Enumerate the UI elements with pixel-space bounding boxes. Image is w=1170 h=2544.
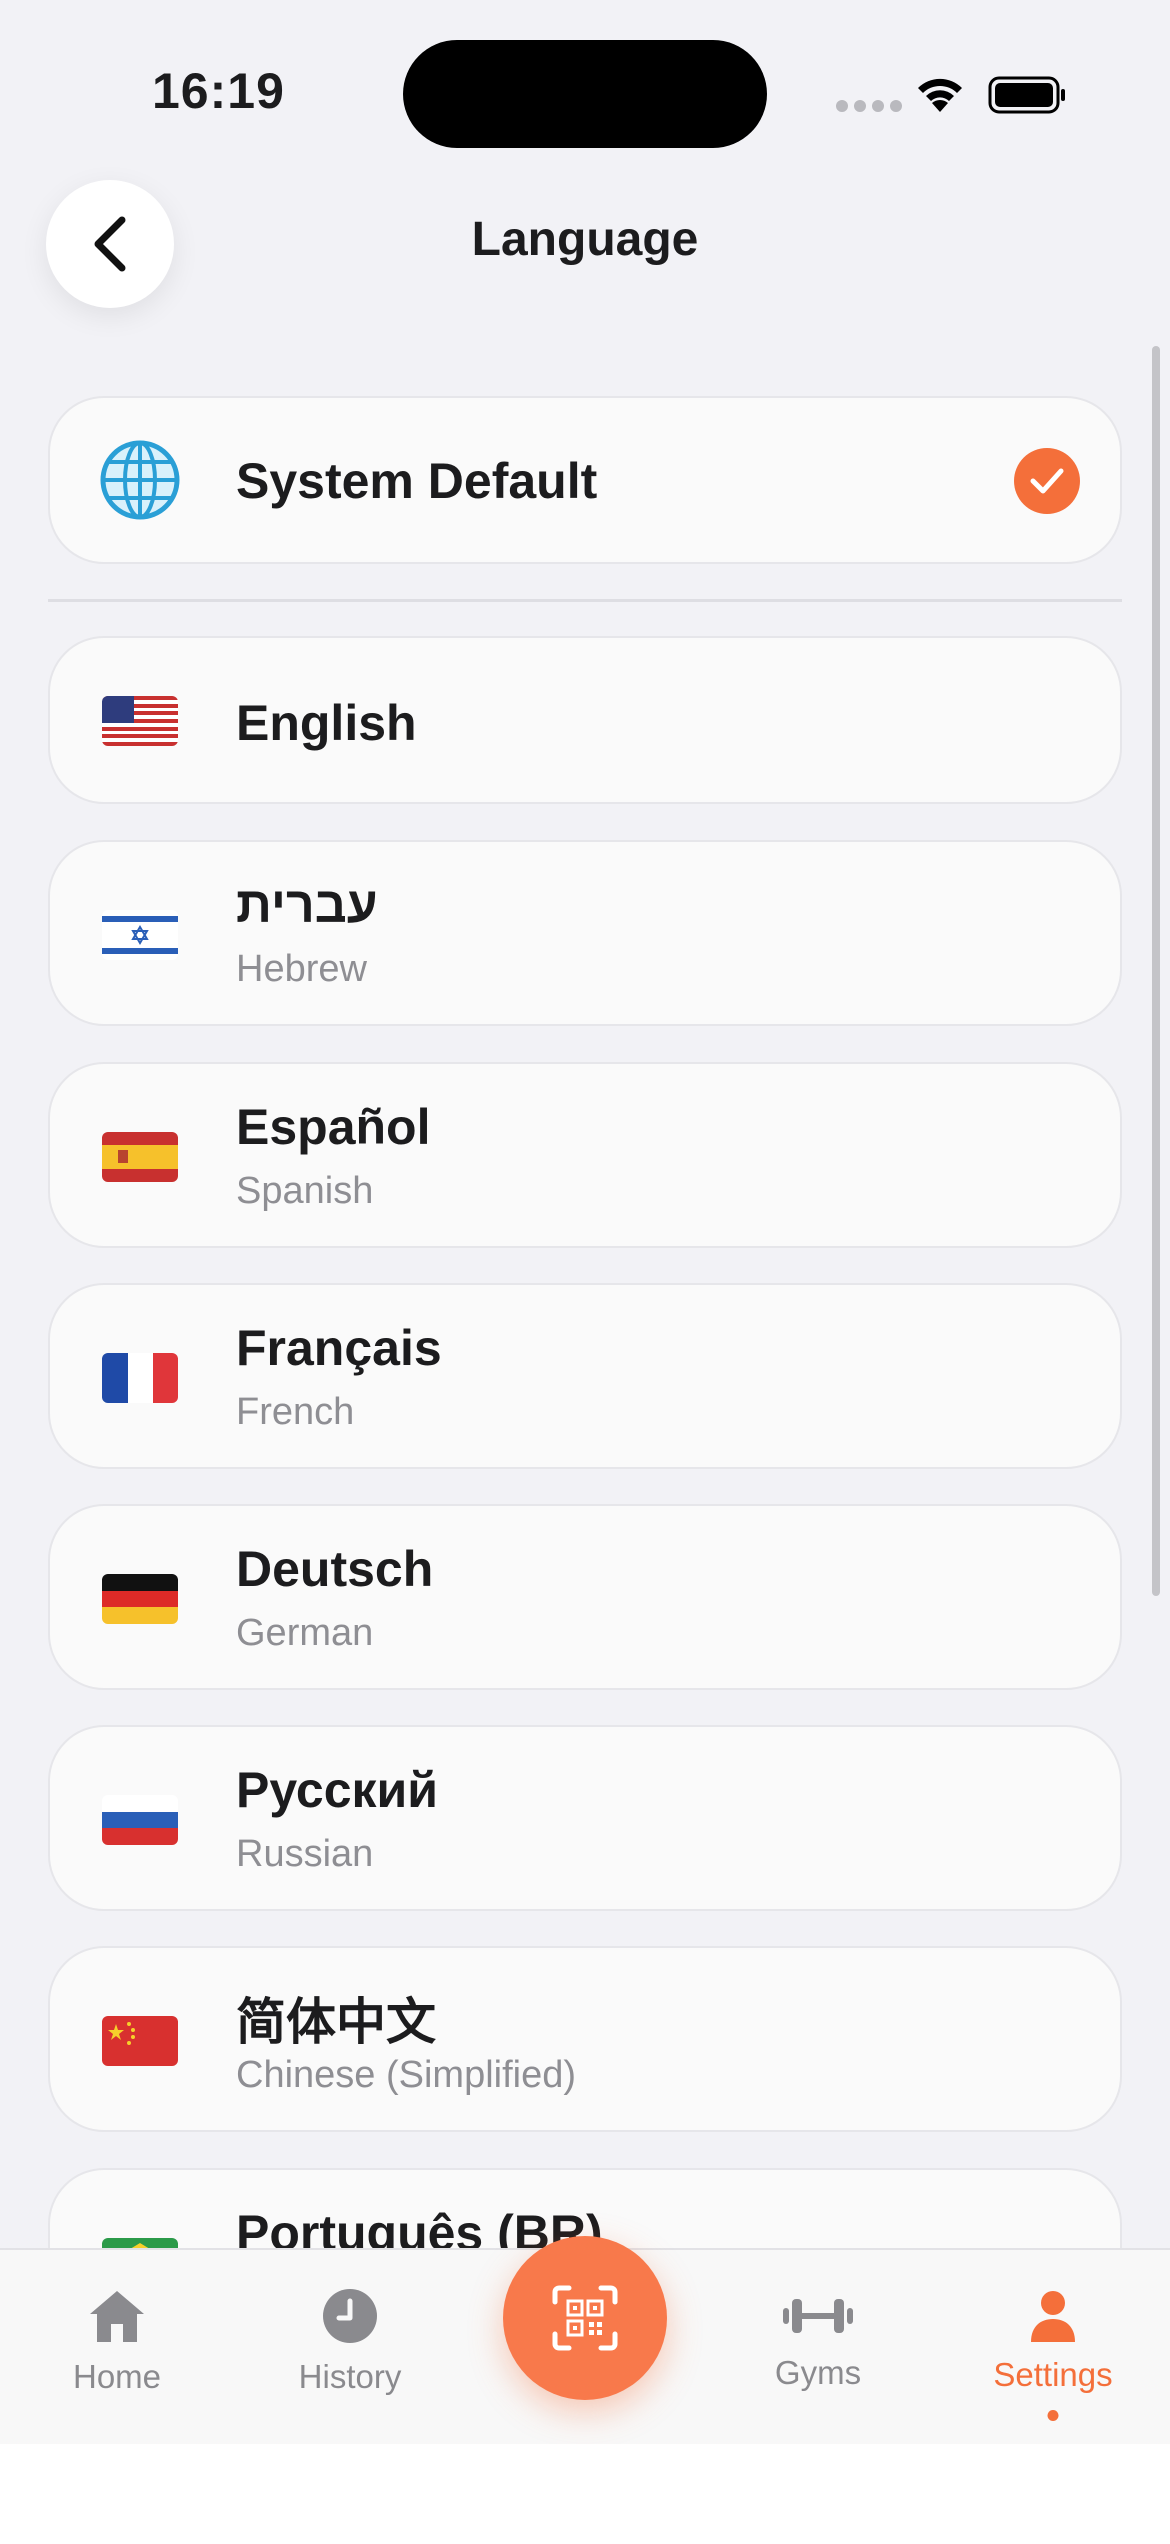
- language-name: Español: [236, 1099, 431, 1155]
- scrollbar[interactable]: [1152, 346, 1160, 1596]
- language-option-spanish[interactable]: Español Spanish: [48, 1062, 1122, 1248]
- dynamic-island: [403, 40, 767, 148]
- status-bar: 16:19: [0, 0, 1170, 170]
- language-option-french[interactable]: Français French: [48, 1283, 1122, 1469]
- language-english-name: Chinese (Simplified): [236, 2054, 577, 2096]
- language-name: System Default: [236, 453, 598, 509]
- clock-icon: [323, 2289, 377, 2343]
- de-flag-icon: [102, 1574, 178, 1624]
- tab-label: Gyms: [774, 2354, 862, 2391]
- tab-label: Home: [72, 2358, 162, 2395]
- qr-scan-button[interactable]: [503, 2236, 667, 2400]
- language-name: Русский: [236, 1762, 439, 1818]
- language-english-name: Spanish: [236, 1170, 374, 1212]
- home-icon: [90, 2291, 144, 2342]
- page-title: Language: [471, 213, 699, 266]
- tab-gyms[interactable]: Gyms: [703, 2250, 933, 2446]
- status-time: 16:19: [152, 63, 285, 119]
- language-name: English: [236, 695, 417, 751]
- home-indicator-area: [0, 2444, 1170, 2544]
- person-icon: [1031, 2291, 1075, 2342]
- language-option-english[interactable]: English: [48, 636, 1122, 804]
- tab-history[interactable]: History: [235, 2250, 465, 2446]
- divider: [48, 599, 1122, 602]
- tab-home[interactable]: Home: [2, 2250, 232, 2446]
- checkmark-icon: [1014, 448, 1080, 514]
- us-flag-icon: [102, 696, 178, 746]
- ru-flag-icon: [102, 1795, 178, 1845]
- qr-scan-icon: [552, 2285, 618, 2351]
- battery-icon: [988, 76, 1065, 114]
- tab-label: Settings: [993, 2356, 1113, 2393]
- tab-settings[interactable]: Settings: [938, 2250, 1168, 2446]
- language-name: עברית: [236, 877, 378, 933]
- dumbbell-icon: [783, 2299, 853, 2333]
- language-name: 简体中文: [236, 1994, 436, 2050]
- language-english-name: Russian: [236, 1833, 374, 1875]
- language-option-russian[interactable]: Русский Russian: [48, 1725, 1122, 1911]
- es-flag-icon: [102, 1132, 178, 1182]
- cellular-signal-icon: [836, 100, 902, 112]
- wifi-icon: [918, 78, 962, 112]
- il-flag-icon: [102, 910, 178, 960]
- language-english-name: German: [236, 1612, 374, 1654]
- language-option-system-default[interactable]: System Default: [48, 396, 1122, 564]
- globe-icon: [100, 440, 180, 520]
- language-english-name: French: [236, 1391, 355, 1433]
- language-name: Deutsch: [236, 1541, 434, 1597]
- active-tab-indicator: [1047, 2410, 1059, 2421]
- language-option-german[interactable]: Deutsch German: [48, 1504, 1122, 1690]
- language-option-hebrew[interactable]: עברית Hebrew: [48, 840, 1122, 1026]
- cn-flag-icon: [102, 2016, 178, 2066]
- fr-flag-icon: [102, 1353, 178, 1403]
- tab-label: History: [298, 2358, 402, 2395]
- language-name: Français: [236, 1320, 442, 1376]
- language-option-chinese[interactable]: 简体中文 Chinese (Simplified): [48, 1946, 1122, 2132]
- language-english-name: Hebrew: [236, 948, 367, 990]
